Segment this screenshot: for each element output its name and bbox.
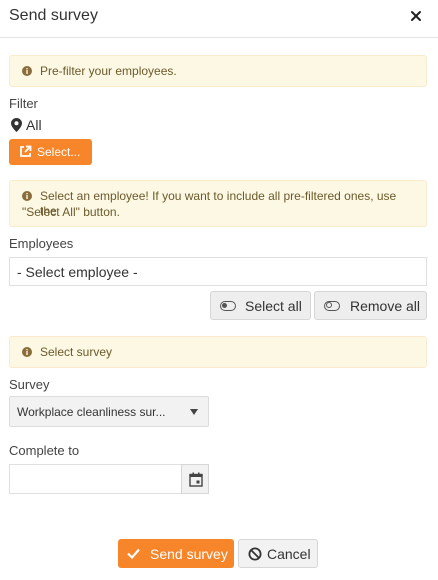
complete-to-date-input[interactable] bbox=[9, 464, 181, 494]
check-icon bbox=[127, 548, 140, 559]
survey-select-value: Workplace cleanliness sur... bbox=[17, 405, 166, 419]
cancel-button-label: Cancel bbox=[267, 546, 311, 562]
send-survey-button-label: Send survey bbox=[150, 546, 228, 562]
employees-label: Employees bbox=[9, 236, 74, 251]
calendar-button[interactable] bbox=[181, 464, 209, 494]
select-survey-alert: Select survey bbox=[9, 336, 427, 368]
remove-all-button-label: Remove all bbox=[350, 298, 421, 314]
ban-icon bbox=[248, 547, 262, 561]
select-all-button[interactable]: Select all bbox=[210, 291, 311, 320]
dialog-header: Send survey bbox=[0, 0, 438, 38]
filter-select-button-label: Select... bbox=[37, 145, 81, 159]
select-employee-alert: Select an employee! If you want to inclu… bbox=[9, 180, 427, 227]
close-icon[interactable] bbox=[408, 8, 424, 24]
prefilter-alert: Pre-filter your employees. bbox=[9, 55, 427, 87]
dialog-title: Send survey bbox=[9, 7, 98, 24]
calendar-icon bbox=[189, 472, 203, 487]
toggle-icon bbox=[220, 301, 236, 311]
prefilter-alert-text: Pre-filter your employees. bbox=[40, 64, 177, 78]
caret-down-icon bbox=[190, 409, 198, 415]
employee-select[interactable]: - Select employee - bbox=[9, 257, 427, 286]
select-all-button-label: Select all bbox=[245, 298, 302, 314]
filter-select-button[interactable]: Select... bbox=[9, 139, 92, 165]
cancel-button[interactable]: Cancel bbox=[238, 539, 318, 568]
select-survey-alert-text: Select survey bbox=[40, 345, 113, 359]
complete-to-label: Complete to bbox=[9, 443, 80, 458]
external-link-icon bbox=[20, 145, 32, 157]
toggle-icon bbox=[324, 301, 340, 311]
info-icon bbox=[22, 66, 32, 76]
remove-all-button[interactable]: Remove all bbox=[314, 291, 427, 320]
employee-select-placeholder: - Select employee - bbox=[17, 264, 138, 280]
info-icon bbox=[22, 191, 32, 201]
send-survey-button[interactable]: Send survey bbox=[118, 539, 234, 568]
map-marker-icon bbox=[11, 118, 22, 132]
filter-label: Filter bbox=[9, 96, 38, 111]
filter-value-text: All bbox=[26, 117, 42, 133]
survey-select[interactable]: Workplace cleanliness sur... bbox=[9, 396, 209, 427]
select-employee-alert-line2: "Select All" button. bbox=[22, 205, 120, 219]
survey-label: Survey bbox=[9, 377, 50, 392]
info-icon bbox=[22, 347, 32, 357]
